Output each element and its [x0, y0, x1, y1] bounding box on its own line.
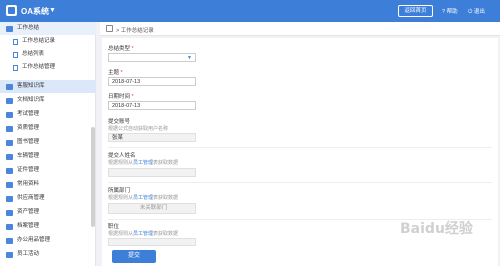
summary-type-select[interactable]: ▼	[108, 53, 196, 62]
top-bar: OA系统 ▼ 返回首页 ? 帮助 ⏻ 退出	[0, 0, 500, 22]
submitter-account-field: 张某	[108, 133, 196, 142]
submit-button[interactable]: 提交	[112, 250, 156, 263]
folder-icon	[6, 139, 13, 146]
sidebar-item-label: 供应商管理	[17, 195, 45, 201]
submitter-name-hint: 根据规则从员工管理表获取数据	[108, 160, 179, 166]
date-input[interactable]: 2018-07-13	[108, 101, 196, 110]
divider	[108, 182, 492, 183]
app-switch-chevron-down-icon[interactable]: ▼	[49, 7, 56, 14]
sidebar-item-assets[interactable]: 资产管理	[0, 206, 96, 219]
app-title[interactable]: OA系统	[21, 6, 49, 17]
folder-icon	[6, 223, 13, 230]
sidebar-subitem-summary-manage[interactable]: 工作总结管理	[0, 61, 96, 74]
sidebar-item-label: 办公用品管理	[17, 237, 51, 243]
sidebar-subitem-summary-list[interactable]: 总结列表	[0, 48, 96, 61]
employee-manage-link[interactable]: 员工管理	[133, 160, 153, 166]
folder-icon	[6, 125, 13, 132]
sidebar-item-archives[interactable]: 档案管理	[0, 220, 96, 233]
sidebar-subitem-summary-record[interactable]: 工作总结记录	[0, 35, 96, 48]
sidebar-item-label: 图书管理	[17, 139, 40, 145]
help-link[interactable]: ? 帮助	[442, 7, 458, 15]
folder-icon	[6, 25, 13, 32]
folder-icon	[6, 97, 13, 104]
document-icon	[13, 38, 18, 45]
app-logo-icon	[6, 5, 17, 16]
document-icon	[13, 64, 18, 71]
home-icon[interactable]	[106, 25, 113, 32]
sidebar-item-kb[interactable]: 客服知识库	[0, 80, 96, 93]
sidebar-item-label: 文档知识库	[17, 97, 45, 103]
sidebar-item-vehicles[interactable]: 车辆管理	[0, 150, 96, 163]
sidebar-item-certificates[interactable]: 证件管理	[0, 164, 96, 177]
back-home-button[interactable]: 返回首页	[398, 5, 433, 17]
sidebar: 工作总结 工作总结记录 总结列表 工作总结管理 客服知识库 文档知识库 考试管理…	[0, 22, 96, 266]
position-hint: 根据规则从员工管理表获取数据	[108, 231, 179, 237]
subject-input[interactable]: 2018-07-13	[108, 77, 196, 86]
sidebar-item-label: 车辆管理	[17, 153, 40, 159]
department-label: 所属部门	[108, 188, 131, 194]
folder-icon	[6, 83, 13, 90]
divider	[108, 147, 492, 148]
folder-icon	[6, 209, 13, 216]
sidebar-item-label: 员工活动	[17, 251, 40, 257]
sidebar-item-label: 总结列表	[22, 51, 45, 57]
submitter-account-hint: 根据公式自动获取用户名称	[108, 126, 169, 132]
folder-icon	[6, 195, 13, 202]
folder-icon	[6, 153, 13, 160]
employee-manage-link[interactable]: 员工管理	[133, 231, 153, 237]
position-label: 职位	[108, 224, 120, 230]
summary-type-label: 总结类型 *	[108, 46, 134, 52]
main-content: > 工作总结记录 总结类型 * ▼ 主题 * 2018-07-13 日期时间 *…	[100, 22, 500, 266]
sidebar-item-label: 工作总结记录	[22, 38, 56, 44]
sidebar-item-label: 工作总结管理	[22, 64, 56, 70]
chevron-down-icon: ▼	[187, 55, 192, 61]
sidebar-item-label: 资质管理	[17, 125, 40, 131]
department-hint: 根据规则从员工管理表获取数据	[108, 195, 179, 201]
sidebar-item-label: 档案管理	[17, 223, 40, 229]
folder-icon	[6, 167, 13, 174]
submitter-account-label: 提交账号	[108, 119, 131, 125]
help-label: 帮助	[446, 9, 458, 15]
date-label: 日期时间 *	[108, 94, 134, 100]
position-field	[108, 238, 196, 246]
watermark: Baidu经验	[400, 221, 473, 237]
sidebar-item-supplies[interactable]: 办公用品管理	[0, 234, 96, 247]
sidebar-item-label: 证件管理	[17, 167, 40, 173]
sidebar-scrollbar[interactable]	[91, 127, 95, 227]
folder-icon	[6, 237, 13, 244]
sidebar-item-work-summary[interactable]: 工作总结	[0, 22, 96, 35]
sidebar-item-books[interactable]: 图书管理	[0, 136, 96, 149]
sidebar-item-label: 考试管理	[17, 111, 40, 117]
sidebar-item-common-docs[interactable]: 常用资料	[0, 178, 96, 191]
breadcrumb: > 工作总结记录	[100, 22, 500, 36]
sidebar-item-label: 资产管理	[17, 209, 40, 215]
sidebar-item-label: 常用资料	[17, 181, 40, 187]
sidebar-item-label: 客服知识库	[17, 83, 45, 89]
document-icon	[13, 51, 18, 58]
sidebar-item-label: 工作总结	[17, 25, 40, 31]
employee-manage-link[interactable]: 员工管理	[133, 195, 153, 201]
submitter-name-field	[108, 168, 196, 177]
sidebar-item-qualification[interactable]: 资质管理	[0, 122, 96, 135]
logout-label: 退出	[473, 9, 485, 15]
department-field: 未关联部门	[108, 203, 196, 214]
folder-icon	[6, 111, 13, 118]
sidebar-item-docs[interactable]: 文档知识库	[0, 94, 96, 107]
subject-label: 主题 *	[108, 70, 123, 76]
sidebar-item-suppliers[interactable]: 供应商管理	[0, 192, 96, 205]
breadcrumb-text: > 工作总结记录	[116, 28, 154, 34]
folder-icon	[6, 251, 13, 258]
submitter-name-label: 提交人姓名	[108, 153, 136, 159]
sidebar-item-exam[interactable]: 考试管理	[0, 108, 96, 121]
logout-link[interactable]: ⏻ 退出	[468, 7, 485, 16]
folder-icon	[6, 181, 13, 188]
sidebar-item-activities[interactable]: 员工活动	[0, 248, 96, 261]
